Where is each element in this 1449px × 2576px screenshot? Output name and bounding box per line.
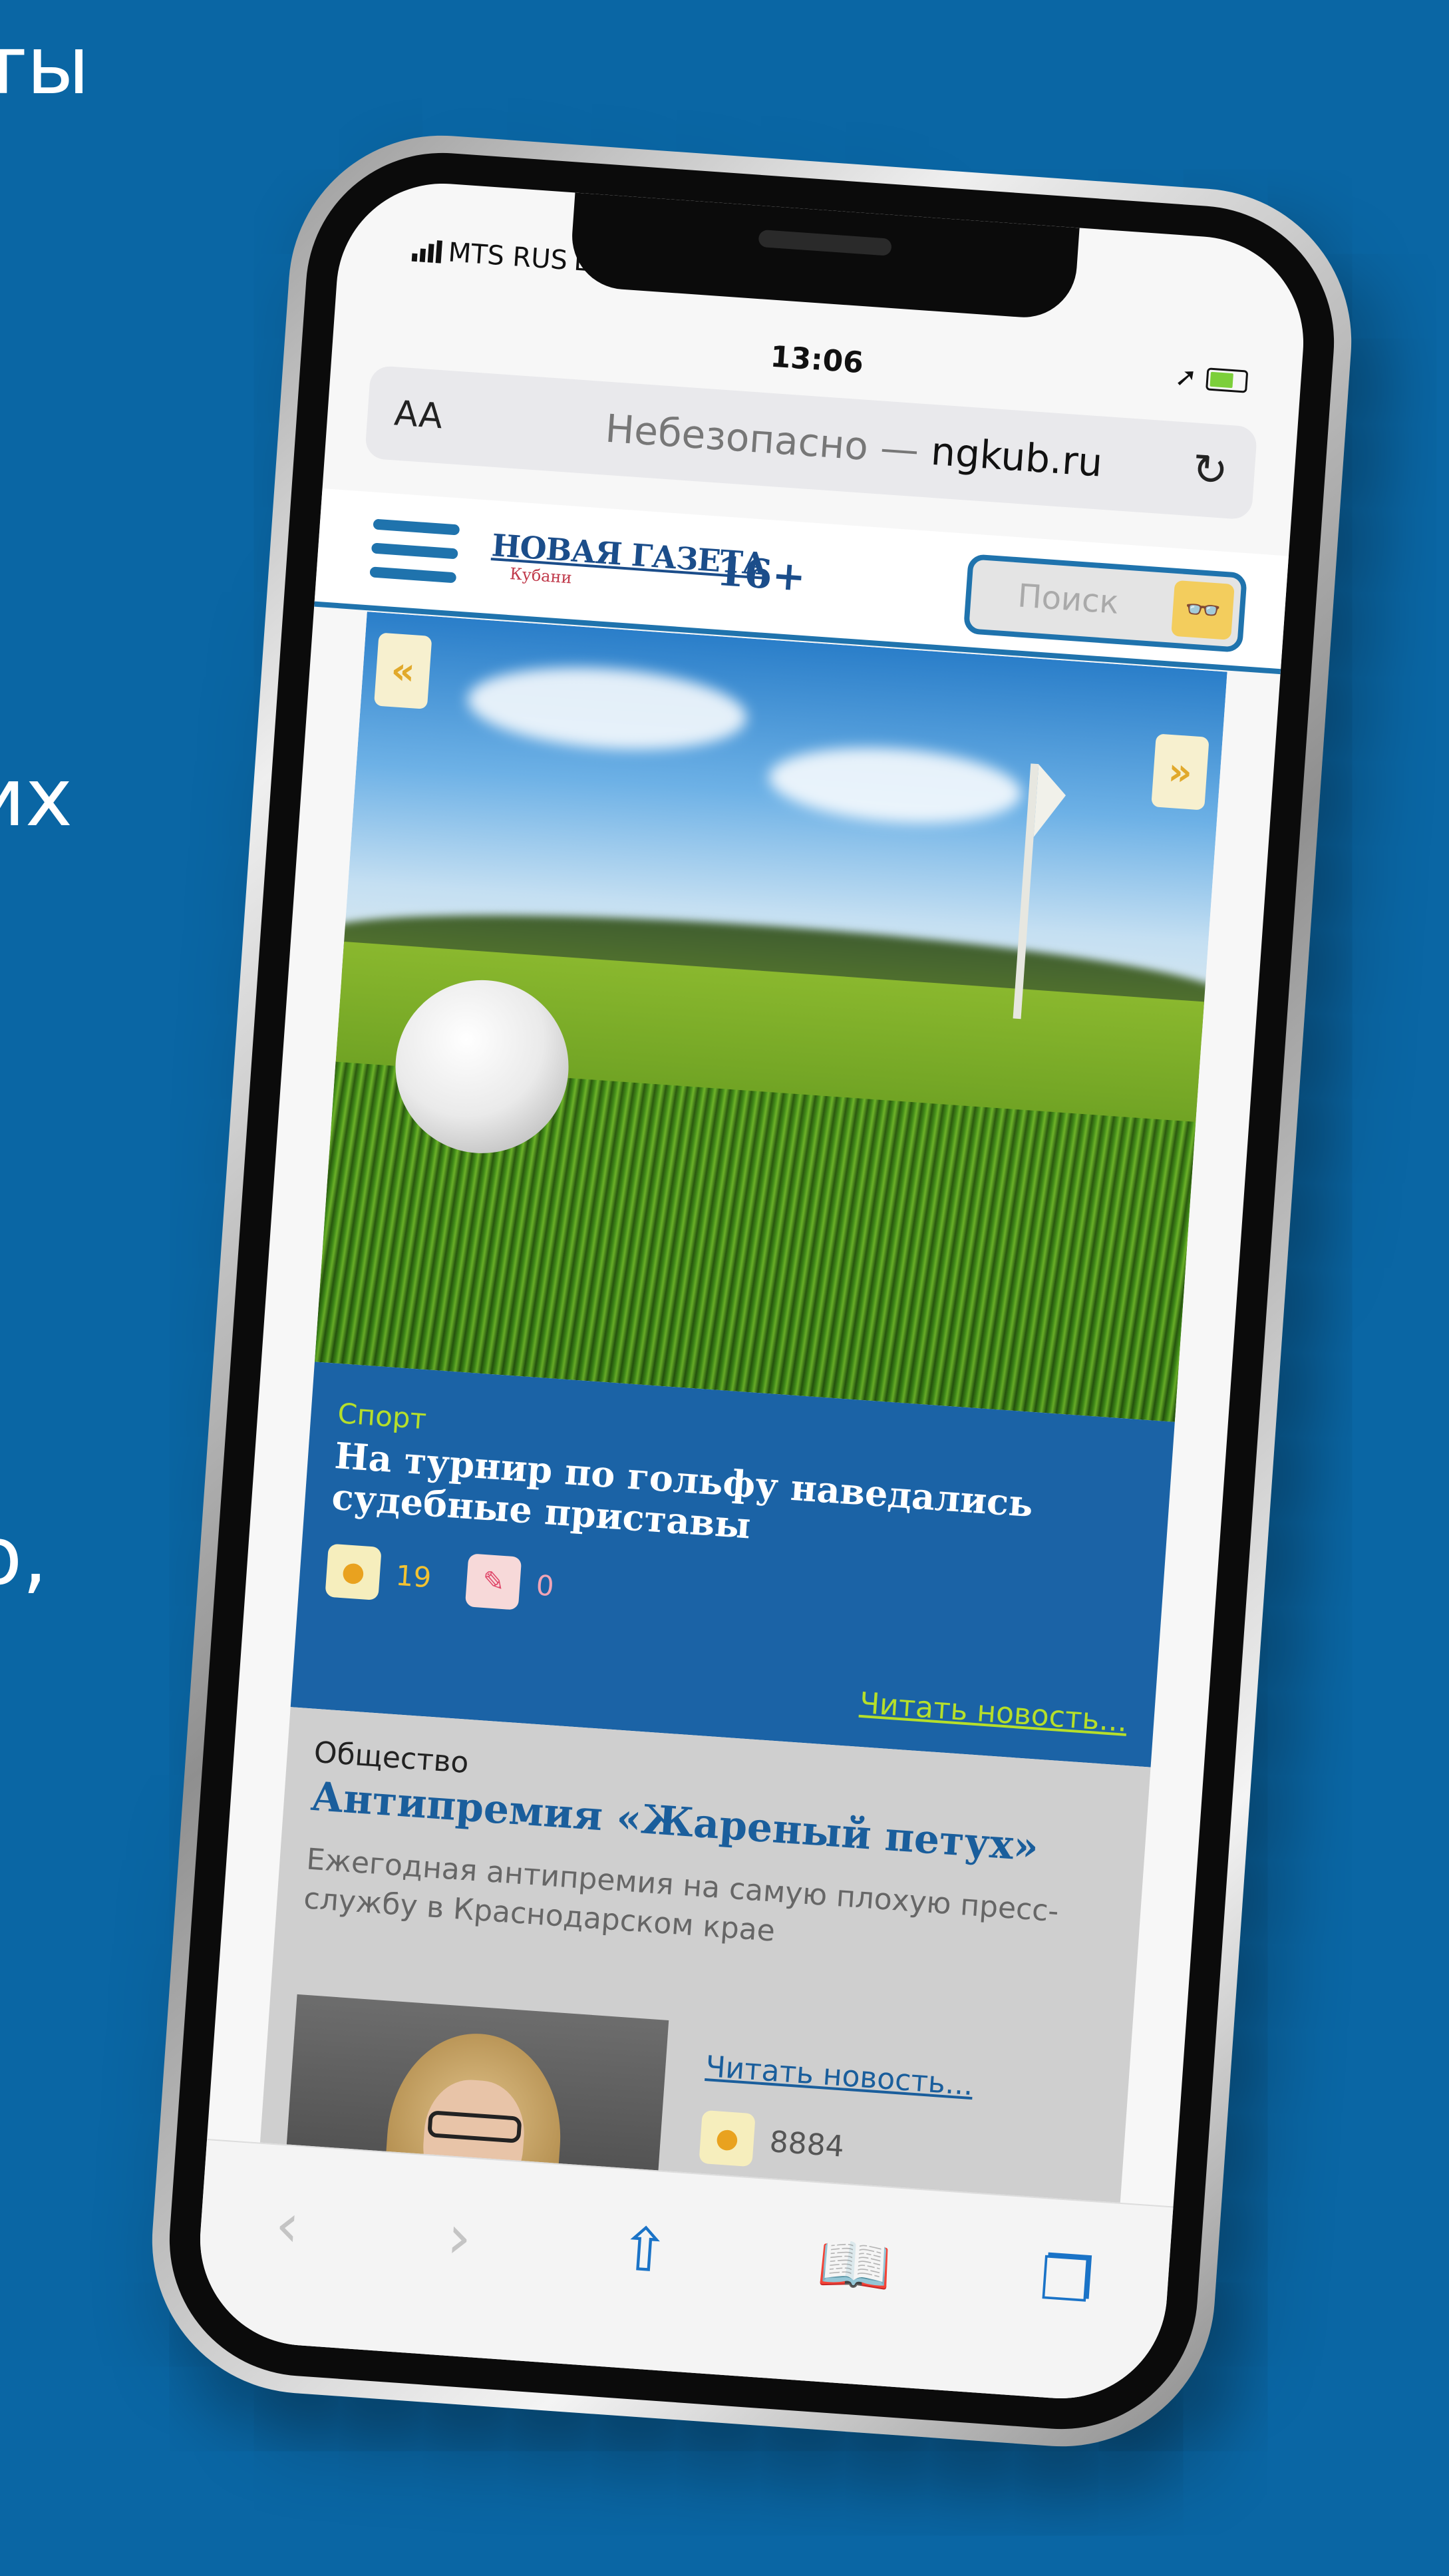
background-text-fragment: ты	[0, 20, 90, 112]
chevron-right-icon[interactable]: ›	[445, 2201, 474, 2273]
comment-icon: ✎	[465, 1553, 522, 1610]
hero-slider[interactable]: « »	[314, 612, 1227, 1422]
slider-next-button[interactable]: »	[1151, 733, 1209, 811]
notch	[568, 192, 1080, 321]
url-domain: ngkub.ru	[929, 428, 1104, 486]
search-input[interactable]: Поиск	[1017, 577, 1120, 621]
phone-screen: MTS RUS LTE 13:06 ➚ AA Небезопасно — ngk…	[193, 176, 1311, 2406]
url-security-warning: Небезопасно —	[603, 405, 921, 473]
clock: 13:06	[769, 339, 865, 381]
book-icon[interactable]: 📖	[815, 2227, 894, 2302]
background-text-fragment: о,	[0, 1511, 48, 1603]
eye-icon: ●	[325, 1543, 382, 1601]
battery-icon	[1206, 367, 1249, 393]
hamburger-menu-icon[interactable]	[369, 518, 460, 597]
eye-icon: ●	[699, 2110, 756, 2167]
view-count: 19	[395, 1559, 432, 1594]
view-count: 8884	[768, 2124, 846, 2164]
chevron-left-icon[interactable]: ‹	[273, 2189, 301, 2261]
reload-icon[interactable]: ↻	[1191, 445, 1230, 496]
address-bar[interactable]: AA Небезопасно — ngkub.ru ↻	[364, 365, 1258, 520]
url-display[interactable]: Небезопасно — ngkub.ru	[514, 399, 1194, 492]
background-text-fragment: их	[0, 752, 73, 844]
carrier-name: MTS RUS	[447, 237, 569, 276]
hero-article-card[interactable]: Спорт На турнир по гольфу наведались суд…	[290, 1362, 1175, 1767]
binoculars-icon[interactable]: 👓	[1171, 580, 1235, 640]
location-arrow-icon: ➚	[1174, 361, 1198, 394]
search-box[interactable]: Поиск 👓	[963, 554, 1248, 653]
signal-bars-icon	[411, 239, 442, 264]
phone-bezel: MTS RUS LTE 13:06 ➚ AA Небезопасно — ngk…	[160, 144, 1343, 2438]
reader-settings-button[interactable]: AA	[393, 393, 444, 437]
view-row: ● 8884	[699, 2110, 970, 2182]
share-icon[interactable]: ⇧	[617, 2213, 672, 2287]
slider-prev-button[interactable]: «	[373, 632, 432, 709]
speaker-grille	[758, 229, 892, 256]
comment-count: 0	[535, 1568, 556, 1602]
read-more-link[interactable]: Читать новость...	[858, 1686, 1128, 1739]
status-right: ➚	[1174, 361, 1249, 397]
tabs-icon[interactable]: ❐	[1038, 2243, 1096, 2316]
read-more-link[interactable]: Читать новость...	[705, 2050, 975, 2102]
phone-frame: MTS RUS LTE 13:06 ➚ AA Небезопасно — ngk…	[142, 125, 1362, 2457]
age-rating: 16+	[715, 548, 808, 601]
